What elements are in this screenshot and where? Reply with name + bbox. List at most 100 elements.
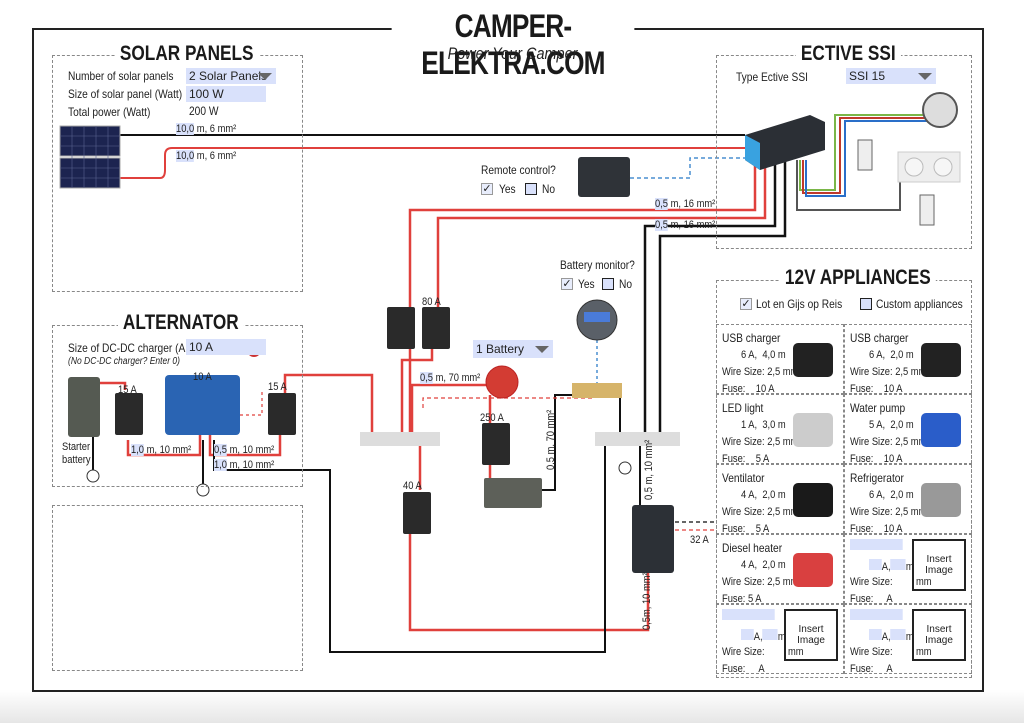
chevron-down-icon[interactable] [918, 73, 932, 80]
solar-wire-length-input[interactable]: 10,0 [176, 123, 195, 135]
insert-image-button[interactable]: Insert Image [912, 609, 966, 661]
refrigerator-icon [921, 483, 961, 517]
alt-wire-length-input[interactable]: 0,5 [214, 444, 228, 456]
solar-wire-length-input[interactable]: 10,0 [176, 150, 195, 162]
remote-question: Remote control? [481, 163, 556, 177]
solar-size-label: Size of solar panel (Watt) [68, 87, 183, 101]
insert-image-button[interactable]: Insert Image [912, 539, 966, 591]
appliance-load: 5 A, 2,0 m [869, 419, 914, 431]
appliance-wire-size: Wire Size: 2,5 mm² [850, 436, 930, 448]
battery-switch-icon [485, 365, 519, 399]
custom-label: Custom appliances [876, 297, 963, 311]
fusebox-amps-label: 32 A [690, 534, 709, 546]
appliance-load: 6 A, 4,0 m [741, 349, 786, 361]
custom-load: A, m [741, 629, 786, 643]
monitor-shunt-wire [422, 397, 595, 408]
remote-panel-icon [578, 157, 630, 197]
appliance-wire-size: Wire Size: 2,5 mm² [722, 576, 802, 588]
insert-image-button[interactable]: Insert Image [784, 609, 838, 661]
water-pump-icon [921, 413, 961, 447]
chevron-down-icon[interactable] [535, 346, 549, 353]
alt-wire-length-input[interactable]: 1,0 [214, 459, 228, 471]
remote-no-checkbox[interactable] [525, 183, 537, 195]
chevron-down-icon[interactable] [258, 73, 272, 80]
custom-appliance-card: A, m Wire Size: mm Fuse: A Insert Image [716, 604, 844, 675]
custom-checkbox[interactable] [860, 298, 872, 310]
custom-fuse: Fuse: A [850, 663, 893, 675]
ground-icon [618, 461, 632, 475]
ective-type-label: Type Ective SSI [736, 70, 808, 84]
breaker-250a-icon [482, 423, 510, 465]
appliance-card: Water pump 5 A, 2,0 m Wire Size: 2,5 mm² Fu… [844, 394, 972, 465]
ective-section [716, 55, 972, 249]
solar-title: SOLAR PANELS [115, 42, 259, 66]
alt-wire-label: 0,5 m, 10 mm² [214, 444, 275, 456]
appliance-wire-size: Wire Size: 2,5 mm² [722, 366, 802, 378]
appliance-card: LED light 1 A, 3,0 m Wire Size: 2,5 mm² Fus… [716, 394, 844, 465]
alt-wire-length-input[interactable]: 1,0 [131, 444, 145, 456]
appliances-title: 12V APPLIANCES [780, 266, 936, 290]
appliance-card: USB charger 6 A, 2,0 m Wire Size: 2,5 mm² F… [844, 324, 972, 395]
solar-size-input[interactable]: 100 W [186, 86, 266, 102]
custom-amps-input[interactable] [869, 629, 882, 640]
solar-count-label: Number of solar panels [68, 69, 174, 83]
appliance-card: USB charger 6 A, 4,0 m Wire Size: 2,5 mm² F… [716, 324, 844, 395]
custom-length-input[interactable] [762, 629, 778, 640]
dcdc-hint: (No DC-DC charger? Enter 0) [68, 356, 180, 367]
fusebox-bottom-wire-label: 0,5m, 10 mm² [641, 572, 653, 630]
custom-appliance-card: A, m Wire Size: mm Fuse: A Insert Image [844, 604, 972, 675]
custom-amps-input[interactable] [741, 629, 754, 640]
custom-name-input[interactable] [850, 539, 903, 553]
appliance-name: USB charger [722, 331, 781, 345]
appliance-wire-size: Wire Size: 2,5 mm² [722, 436, 802, 448]
solar-total-label: Total power (Watt) [68, 105, 151, 119]
fuse-250a-label: 250 A [480, 412, 504, 424]
custom-load: A, m [869, 559, 914, 573]
custom-length-input[interactable] [890, 629, 906, 640]
shunt-icon [572, 383, 622, 398]
appliance-name: Water pump [850, 401, 906, 415]
breaker-icon [387, 307, 415, 349]
solar-total-value: 200 W [189, 104, 219, 118]
diesel-heater-icon [793, 553, 833, 587]
usb-charger-icon [921, 343, 961, 377]
appliance-name: Refrigerator [850, 471, 904, 485]
appliance-wire-size: Wire Size: 2,5 mm² [722, 506, 802, 518]
appliance-wire-size: Wire Size: 2,5 mm² [850, 366, 930, 378]
alt-wire-label: 1,0 m, 10 mm² [214, 459, 275, 471]
breaker-80a-icon [422, 307, 450, 349]
inverter-wire-length-input[interactable]: 0,5 [655, 219, 669, 231]
remote-no-label: No [542, 182, 556, 196]
appliance-card: Ventilator 4 A, 2,0 m Wire Size: 2,5 mm² Fu… [716, 464, 844, 535]
monitor-no-label: No [619, 277, 633, 291]
appliance-load: 6 A, 2,0 m [869, 489, 914, 501]
battery-wire-label: 0,5 m, 70 mm² [420, 372, 481, 384]
preset-label: Lot en Gijs op Reis [756, 297, 843, 311]
empty-section [52, 505, 303, 671]
custom-amps-input[interactable] [869, 559, 882, 570]
appliance-load: 1 A, 3,0 m [741, 419, 786, 431]
monitor-yes-label: Yes [578, 277, 595, 291]
alt-wire-label: 1,0 m, 10 mm² [131, 444, 192, 456]
preset-checkbox[interactable]: ✓ [740, 298, 752, 310]
custom-name-input[interactable] [722, 609, 775, 623]
battery-wire-length-input[interactable]: 0,5 [420, 372, 434, 384]
appliance-load: 4 A, 2,0 m [741, 489, 786, 501]
solar-wire-label: 10,0 m, 6 mm² [176, 123, 237, 135]
monitor-yes-checkbox[interactable]: ✓ [561, 278, 573, 290]
appliance-name: Diesel heater [722, 541, 783, 555]
negative-busbar [595, 432, 680, 446]
dcdc-size-input[interactable]: 10 A [186, 339, 266, 355]
appliance-name: Ventilator [722, 471, 765, 485]
appliance-name: LED light [722, 401, 764, 415]
custom-appliance-card: A, m Wire Size: mm Fuse: A Insert Image [844, 534, 972, 605]
monitor-no-checkbox[interactable] [602, 278, 614, 290]
inverter-wire-label: 0,5 m, 16 mm² [655, 219, 716, 231]
inverter-wire-length-input[interactable]: 0,5 [655, 198, 669, 210]
appliance-card: Refrigerator 6 A, 2,0 m Wire Size: 2,5 mm²… [844, 464, 972, 535]
appliance-name: USB charger [850, 331, 909, 345]
custom-length-input[interactable] [890, 559, 906, 570]
alternator-title: ALTERNATOR [118, 311, 244, 335]
custom-name-input[interactable] [850, 609, 903, 623]
remote-yes-checkbox[interactable]: ✓ [481, 183, 493, 195]
